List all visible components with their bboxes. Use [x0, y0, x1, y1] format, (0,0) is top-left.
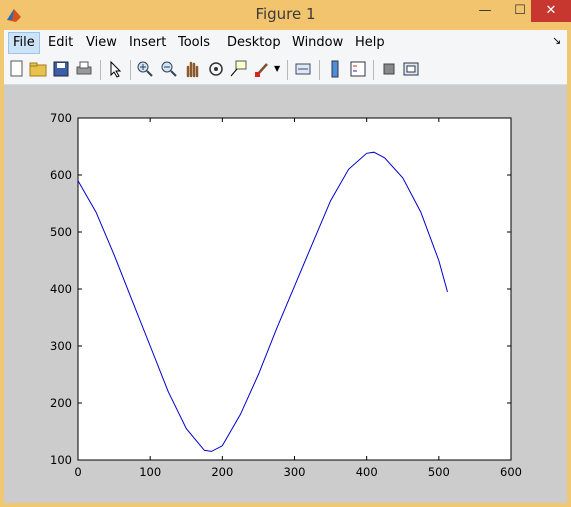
save-icon[interactable] — [52, 60, 70, 78]
brush-dropdown-icon[interactable]: ▼ — [274, 64, 280, 73]
menu-window[interactable]: Window — [288, 33, 347, 53]
menu-help[interactable]: Help — [351, 33, 389, 53]
brush-icon[interactable] — [253, 60, 271, 78]
plot-svg[interactable]: 0 100 200 300 400 500 600 10020030040050060070… — [4, 85, 567, 503]
y-tick-label: 600 — [50, 168, 72, 182]
x-tick-label: 400 — [356, 465, 378, 479]
menu-bar: File Edit View Insert Tools Desktop Wind… — [4, 30, 567, 56]
toolbar-separator — [319, 60, 320, 80]
toolbar-separator — [130, 60, 131, 80]
menu-file[interactable]: File — [8, 32, 40, 54]
y-tick-label: 200 — [50, 396, 72, 410]
x-tick-label: 0 — [74, 465, 81, 479]
pan-icon[interactable] — [183, 60, 201, 78]
hide-plot-tools-icon[interactable] — [380, 60, 398, 78]
new-figure-icon[interactable] — [8, 60, 26, 78]
x-tick-label: 600 — [500, 465, 522, 479]
y-tick-label: 300 — [50, 339, 72, 353]
close-button[interactable]: ✕ — [531, 0, 571, 22]
data-cursor-icon[interactable] — [229, 60, 247, 78]
figure-canvas: 0 100 200 300 400 500 600 100 200 300 400 500 600 70… — [4, 85, 567, 503]
y-tick-label: 700 — [50, 111, 72, 125]
x-tick-label: 300 — [284, 465, 306, 479]
rotate-3d-icon[interactable] — [207, 60, 225, 78]
title-bar[interactable]: Figure 1 — ☐ ✕ — [0, 0, 571, 30]
y-tick-label: 400 — [50, 282, 72, 296]
show-plot-tools-icon[interactable] — [402, 60, 420, 78]
link-plot-icon[interactable] — [294, 60, 312, 78]
x-tick-label: 200 — [211, 465, 233, 479]
edit-plot-icon[interactable] — [107, 60, 125, 78]
toolbar-separator — [100, 60, 101, 80]
minimize-button[interactable]: — — [470, 0, 500, 22]
figure-window: Figure 1 — ☐ ✕ File Edit View Insert Too… — [0, 0, 571, 507]
colorbar-icon[interactable] — [326, 60, 344, 78]
zoom-in-icon[interactable] — [136, 60, 154, 78]
zoom-out-icon[interactable] — [160, 60, 178, 78]
x-tick-label: 500 — [428, 465, 450, 479]
y-tick-label: 500 — [50, 225, 72, 239]
toolbar: ▼ — [4, 56, 567, 85]
legend-icon[interactable] — [349, 60, 367, 78]
axes-area[interactable] — [77, 117, 512, 461]
y-tick-label: 100 — [50, 453, 72, 467]
toolbar-separator — [287, 60, 288, 80]
menu-insert[interactable]: Insert — [125, 33, 170, 53]
menu-tools[interactable]: Tools — [174, 33, 214, 53]
menu-edit[interactable]: Edit — [44, 33, 77, 53]
menu-desktop[interactable]: Desktop — [223, 33, 285, 53]
menubar-dock-arrow-icon[interactable]: ↘ — [552, 34, 561, 47]
menu-view[interactable]: View — [82, 33, 121, 53]
open-file-icon[interactable] — [29, 60, 47, 78]
x-tick-label: 100 — [139, 465, 161, 479]
toolbar-separator — [373, 60, 374, 80]
print-icon[interactable] — [75, 60, 93, 78]
